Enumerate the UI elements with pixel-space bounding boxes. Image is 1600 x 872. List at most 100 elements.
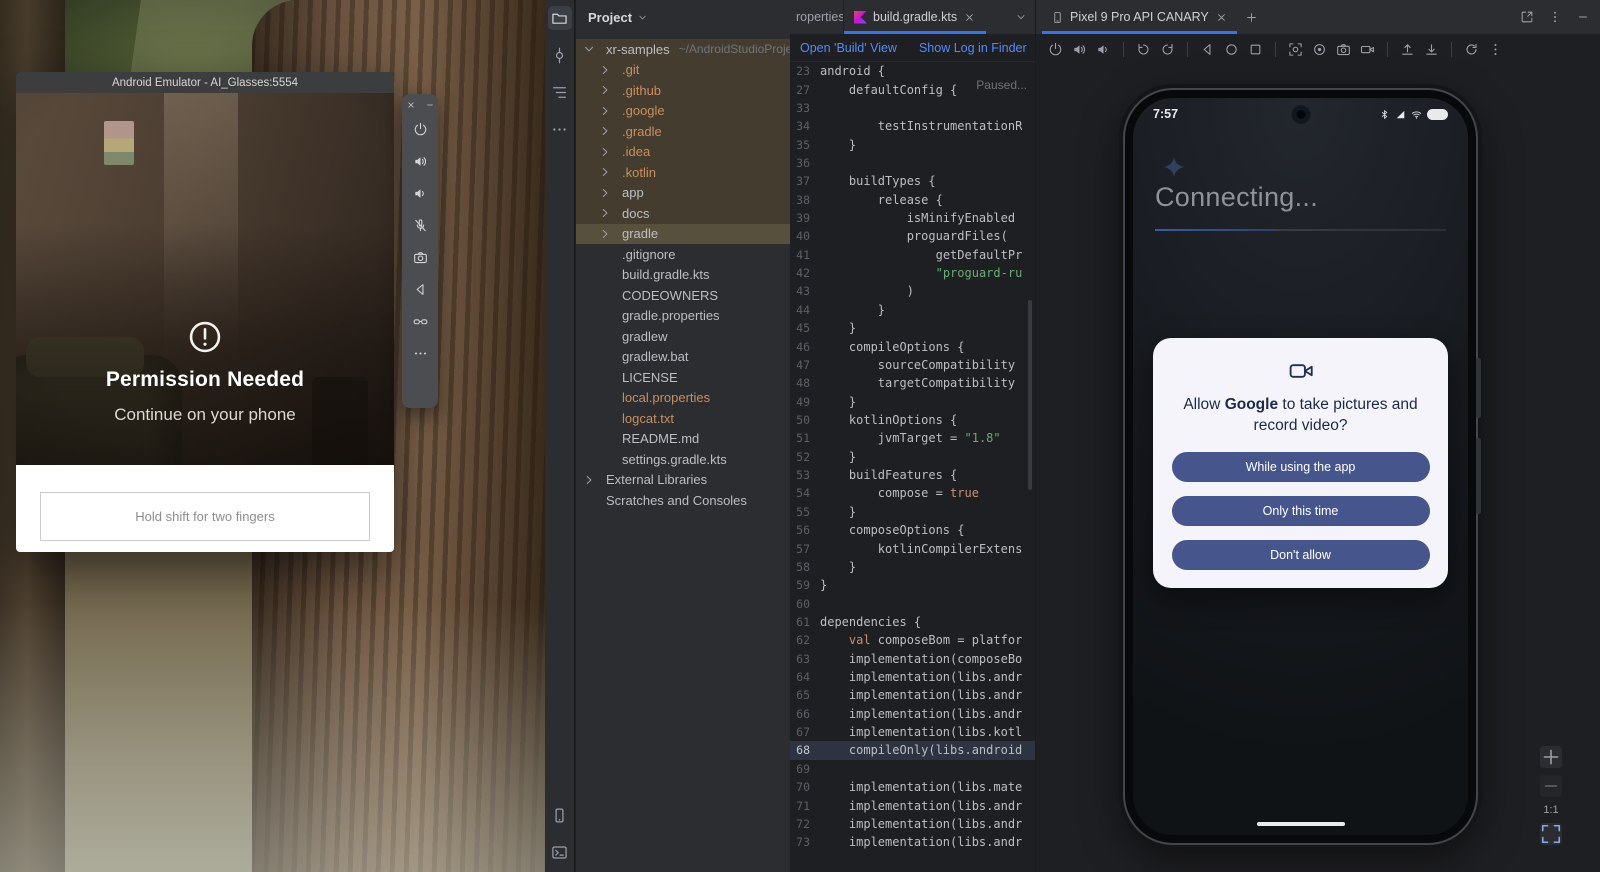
minimize-icon[interactable] (425, 100, 435, 110)
tree-item[interactable]: docs (576, 203, 790, 224)
volume-up-icon[interactable] (1072, 42, 1087, 57)
tree-item[interactable]: gradle.properties (576, 306, 790, 327)
permission-needed-subtitle: Continue on your phone (114, 405, 295, 425)
chevron-right-icon[interactable] (582, 473, 596, 487)
mic-off-icon[interactable] (413, 218, 428, 233)
camera-icon[interactable] (413, 250, 428, 265)
chevron-right-icon[interactable] (598, 227, 612, 241)
close-icon[interactable] (406, 100, 416, 110)
chevron-right-icon[interactable] (598, 124, 612, 138)
volume-down-icon[interactable] (413, 186, 428, 201)
alert-circle-icon (187, 319, 223, 355)
editor-tab-bar: roperties build.gradle.kts (790, 0, 1035, 34)
more-vertical-icon[interactable] (1548, 10, 1562, 24)
close-tab-icon[interactable] (1215, 11, 1228, 24)
two-finger-hint: Hold shift for two fingers (40, 492, 370, 541)
tree-item[interactable]: local.properties (576, 388, 790, 409)
project-folder-icon[interactable] (548, 6, 572, 30)
tree-item[interactable]: .kotlin (576, 162, 790, 183)
code-line: 45} (790, 319, 1035, 337)
tree-item[interactable]: app (576, 183, 790, 204)
chevron-right-icon[interactable] (598, 165, 612, 179)
line-number: 72 (790, 817, 820, 831)
tree-item[interactable]: LICENSE (576, 367, 790, 388)
tab-build-gradle-kts[interactable]: build.gradle.kts (844, 0, 986, 34)
home-icon[interactable] (1224, 42, 1239, 57)
more-vertical-icon[interactable] (1488, 42, 1503, 57)
glasses-icon[interactable] (413, 314, 428, 329)
tree-item[interactable]: settings.gradle.kts (576, 449, 790, 470)
code-editor[interactable]: 23android {27defaultConfig {3334testInst… (790, 62, 1035, 872)
code-line: 68compileOnly(libs.android (790, 741, 1035, 759)
tab-list-icon[interactable] (1015, 11, 1027, 23)
tool-strip-bottom (548, 803, 572, 864)
structure-icon[interactable] (548, 80, 572, 104)
tree-item[interactable]: logcat.txt (576, 408, 790, 429)
line-number: 51 (790, 431, 820, 445)
editor-scrollbar[interactable] (1028, 300, 1032, 490)
don-t-allow-button[interactable]: Don't allow (1172, 540, 1430, 570)
tree-item[interactable]: gradlew.bat (576, 347, 790, 368)
tree-item[interactable]: gradle (576, 224, 790, 245)
tree-item[interactable]: README.md (576, 429, 790, 450)
tree-item[interactable]: gradlew (576, 326, 790, 347)
volume-up-icon[interactable] (413, 154, 428, 169)
back-icon[interactable] (1200, 42, 1215, 57)
tree-item[interactable]: .git (576, 60, 790, 81)
while-using-the-app-button[interactable]: While using the app (1172, 452, 1430, 482)
commit-icon[interactable] (548, 43, 572, 67)
power-icon[interactable] (413, 122, 428, 137)
tree-item[interactable]: build.gradle.kts (576, 265, 790, 286)
hide-icon[interactable] (1576, 10, 1590, 24)
chevron-down-icon[interactable] (582, 42, 596, 56)
chevron-right-icon[interactable] (598, 63, 612, 77)
tree-item[interactable]: .google (576, 101, 790, 122)
tree-item[interactable]: .github (576, 80, 790, 101)
power-icon[interactable] (1048, 42, 1063, 57)
device-screen[interactable]: 7:57 Connecting... Allow Google to take … (1133, 98, 1468, 835)
download-icon[interactable] (1424, 42, 1439, 57)
line-number: 56 (790, 523, 820, 537)
terminal-icon[interactable] (548, 840, 572, 864)
tree-item[interactable]: Scratches and Consoles (576, 490, 790, 511)
screen-record-icon[interactable] (1312, 42, 1327, 57)
add-device-tab-icon[interactable] (1245, 11, 1258, 24)
tree-item[interactable]: .idea (576, 142, 790, 163)
tree-item[interactable]: External Libraries (576, 470, 790, 491)
open-in-window-icon[interactable] (1520, 10, 1534, 24)
code-line: 50kotlinOptions { (790, 411, 1035, 429)
back-icon[interactable] (413, 282, 428, 297)
overview-icon[interactable] (1248, 42, 1263, 57)
zoom-in-button[interactable] (1540, 746, 1562, 768)
rotate-right-icon[interactable] (1160, 42, 1175, 57)
tree-item[interactable]: .gitignore (576, 244, 790, 265)
rotate-left-icon[interactable] (1136, 42, 1151, 57)
tree-item[interactable]: xr-samples~/AndroidStudioProje (576, 39, 790, 60)
tab-gradle-properties[interactable]: roperties (790, 0, 844, 34)
chevron-right-icon[interactable] (598, 83, 612, 97)
video-icon[interactable] (1360, 42, 1375, 57)
camera-icon[interactable] (1336, 42, 1351, 57)
devices-icon[interactable] (548, 803, 572, 827)
zoom-out-button[interactable] (1540, 775, 1562, 797)
open-build-view-link[interactable]: Open 'Build' View (800, 41, 897, 55)
more-horizontal-icon[interactable] (548, 117, 572, 141)
show-log-in-finder-link[interactable]: Show Log in Finder (919, 41, 1027, 55)
more-horizontal-icon[interactable] (413, 346, 428, 361)
chevron-down-icon[interactable] (637, 12, 648, 23)
close-tab-icon[interactable] (963, 11, 976, 24)
chevron-right-icon[interactable] (598, 186, 612, 200)
zoom-fit-button[interactable] (1540, 823, 1562, 845)
tree-item[interactable]: CODEOWNERS (576, 285, 790, 306)
chevron-right-icon[interactable] (598, 145, 612, 159)
snapshot-icon[interactable] (1464, 42, 1479, 57)
upload-icon[interactable] (1400, 42, 1415, 57)
chevron-right-icon[interactable] (598, 104, 612, 118)
tree-item-label: gradlew (622, 329, 668, 344)
device-tab-pixel-9-pro[interactable]: Pixel 9 Pro API CANARY (1042, 0, 1237, 34)
chevron-right-icon[interactable] (598, 206, 612, 220)
tree-item[interactable]: .gradle (576, 121, 790, 142)
screenshot-icon[interactable] (1288, 42, 1303, 57)
only-this-time-button[interactable]: Only this time (1172, 496, 1430, 526)
volume-down-icon[interactable] (1096, 42, 1111, 57)
